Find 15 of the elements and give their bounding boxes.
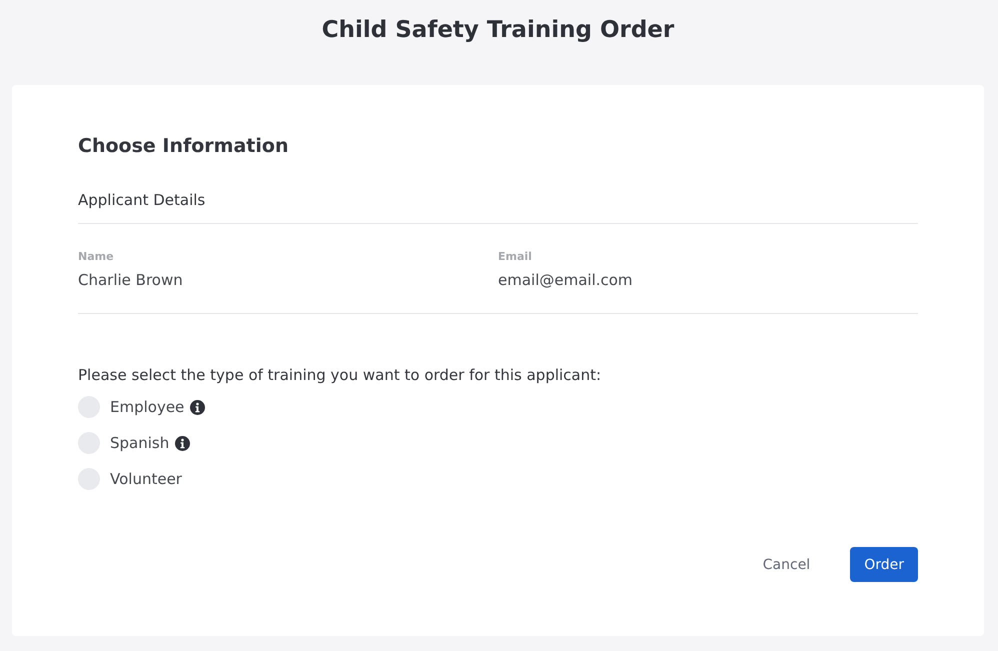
info-icon[interactable]	[190, 400, 206, 414]
cancel-button[interactable]: Cancel	[748, 547, 824, 582]
option-label[interactable]: Employee	[110, 398, 184, 416]
field-label: Name	[78, 250, 115, 263]
question-text: Please select the type of training you want to order for this applicant:	[78, 366, 602, 384]
field-value: Charlie Brown	[78, 271, 184, 289]
option-label[interactable]: Volunteer	[110, 470, 182, 488]
page-title: Child Safety Training Order	[320, 16, 676, 45]
field-label: Email	[498, 250, 533, 263]
order-button[interactable]: Order	[850, 547, 918, 582]
info-icon[interactable]	[175, 436, 190, 450]
field-value: email@email.com	[498, 271, 634, 289]
section-title: Choose Information	[78, 135, 290, 157]
option-label[interactable]: Spanish	[110, 434, 170, 452]
subsection-title: Applicant Details	[78, 191, 918, 224]
